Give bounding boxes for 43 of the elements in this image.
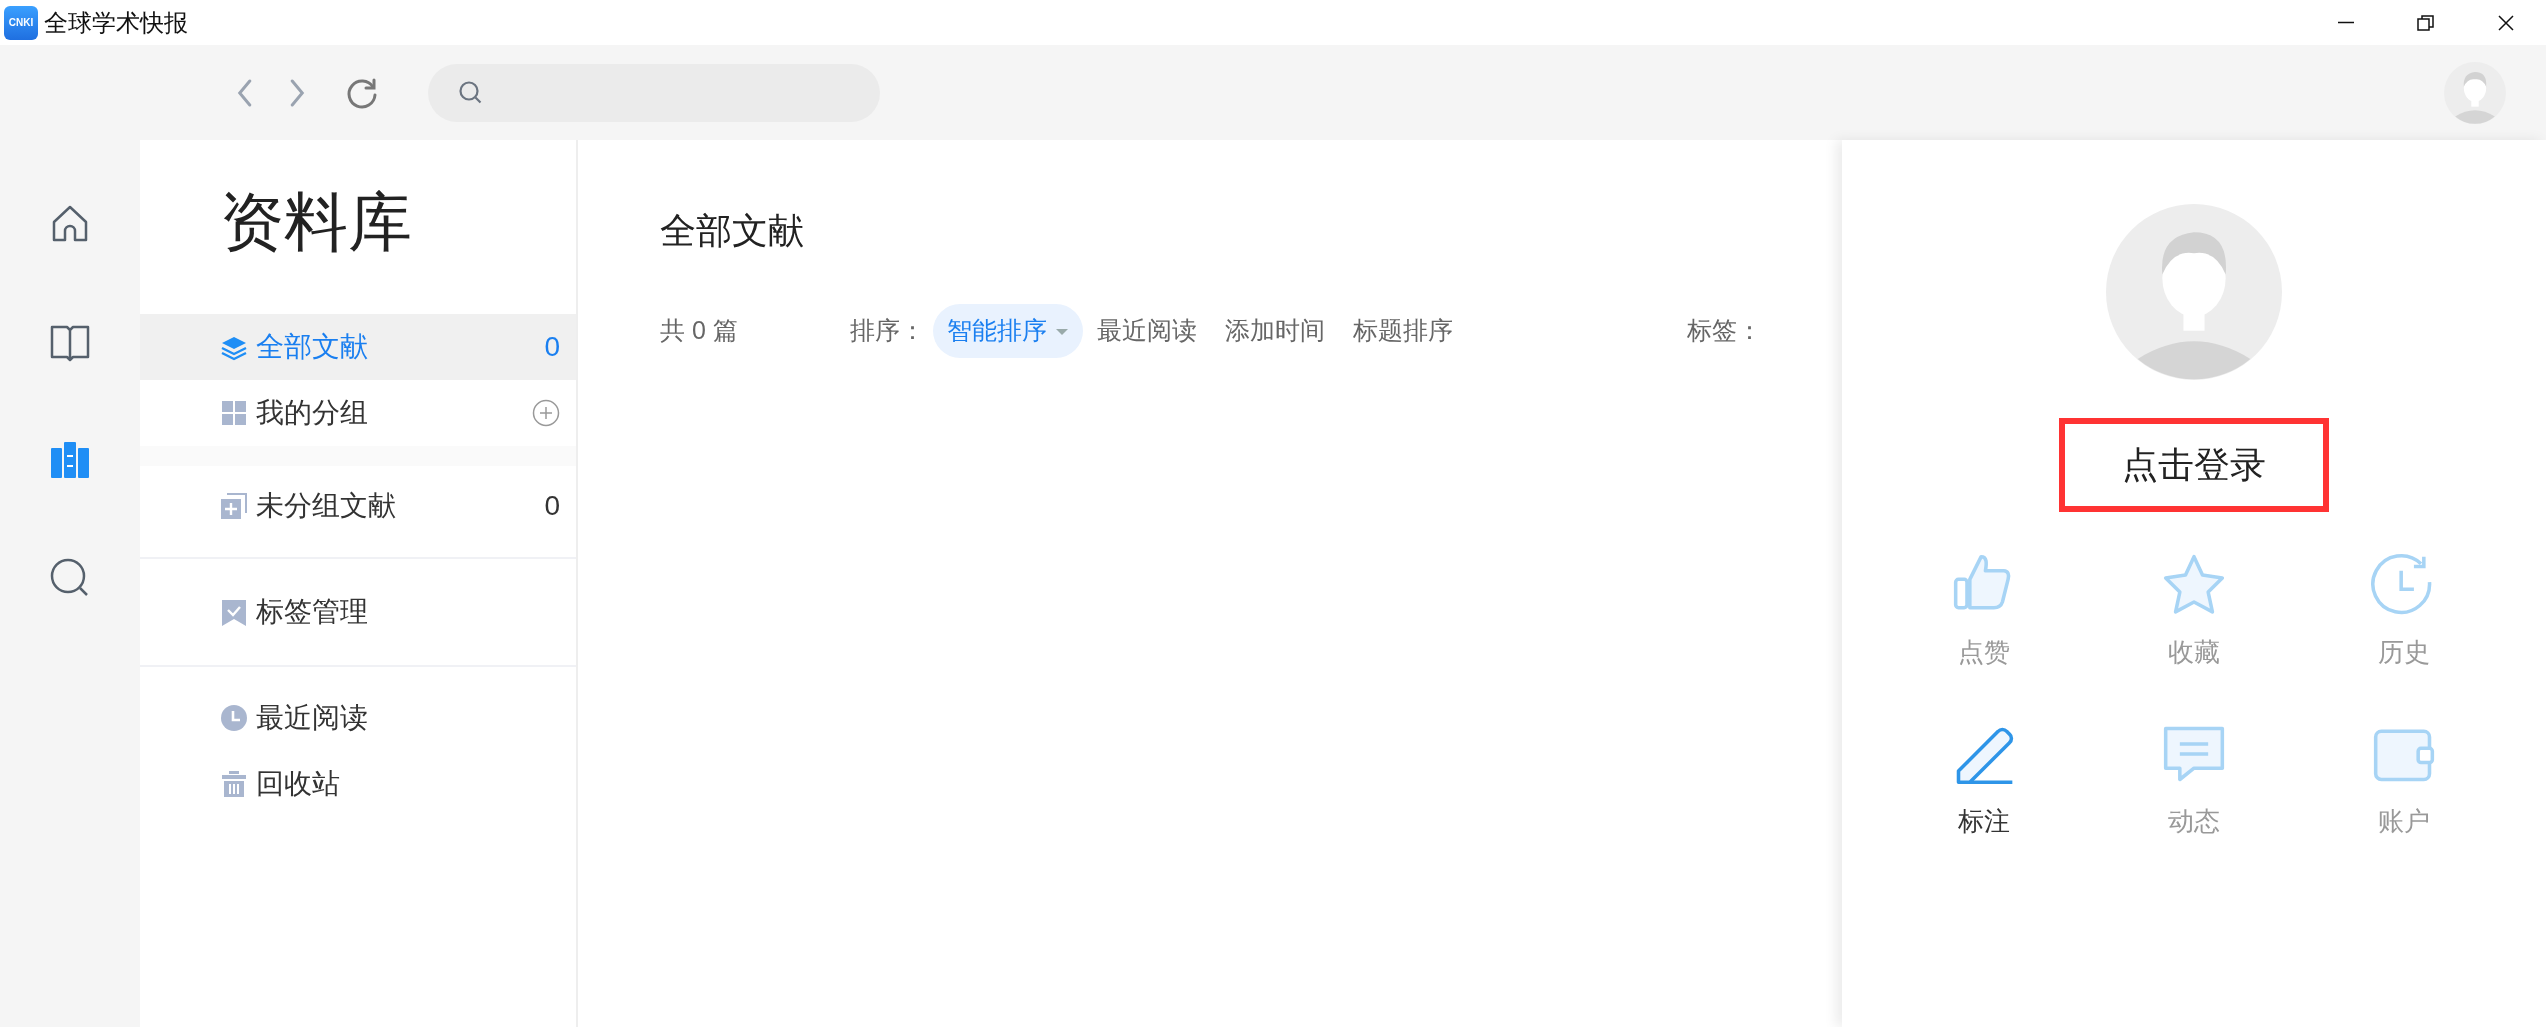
- trash-icon: [220, 770, 248, 798]
- chevron-right-icon: [290, 78, 306, 107]
- clock-icon: [220, 704, 248, 732]
- sort-option[interactable]: 添加时间: [1210, 304, 1339, 358]
- sidebar-item[interactable]: 全部文献 0: [140, 314, 576, 380]
- avatar-icon: [2106, 204, 2282, 380]
- item-count: 0: [544, 489, 560, 523]
- sidebar-item[interactable]: 回收站: [140, 751, 576, 817]
- sort-option[interactable]: 标题排序: [1338, 304, 1467, 358]
- sidebar-item-label: 最近阅读: [256, 701, 368, 735]
- search-icon: [458, 79, 484, 106]
- bookmark-check-icon: [220, 598, 248, 626]
- sidebar-item[interactable]: 未分组文献 0: [140, 473, 576, 539]
- login-button[interactable]: 点击登录: [2059, 418, 2329, 512]
- document-count: 共 0 篇: [660, 315, 738, 346]
- window-title: 全球学术快报: [44, 7, 188, 38]
- feature-button[interactable]: 点赞: [1879, 550, 2089, 673]
- sidebar-item[interactable]: 标签管理: [140, 579, 576, 645]
- page-title: 资料库: [219, 185, 413, 260]
- sidebar-item-label: 未分组文献: [256, 489, 396, 523]
- sidebar-item[interactable]: 我的分组: [140, 380, 576, 446]
- minimize-icon: [2337, 21, 2355, 24]
- avatar-icon: [2444, 61, 2506, 124]
- forward-button[interactable]: [290, 78, 306, 107]
- sidebar-item-label: 我的分组: [256, 396, 368, 430]
- section-title: 全部文献: [660, 209, 805, 253]
- sidebar-item-label: 全部文献: [256, 330, 368, 364]
- caret-icon: [1054, 327, 1069, 338]
- add-document-icon: [220, 492, 248, 520]
- chevron-left-icon: [236, 78, 252, 107]
- feature-button[interactable]: 标注: [1879, 719, 2089, 842]
- back-button[interactable]: [236, 78, 252, 107]
- sort-option[interactable]: 智能排序: [932, 304, 1083, 358]
- sidebar-item-label: 回收站: [256, 767, 340, 801]
- tag-label: 标签：: [1686, 315, 1762, 346]
- sort-option[interactable]: 最近阅读: [1082, 304, 1211, 358]
- sidebar-item-label: 标签管理: [256, 595, 368, 629]
- grid-icon: [220, 399, 248, 427]
- app-logo: CNKI: [4, 5, 38, 40]
- sort-label: 排序：: [849, 315, 925, 346]
- sidebar-item[interactable]: 最近阅读: [140, 685, 576, 751]
- item-count: 0: [544, 330, 560, 364]
- add-group-icon[interactable]: [532, 399, 560, 427]
